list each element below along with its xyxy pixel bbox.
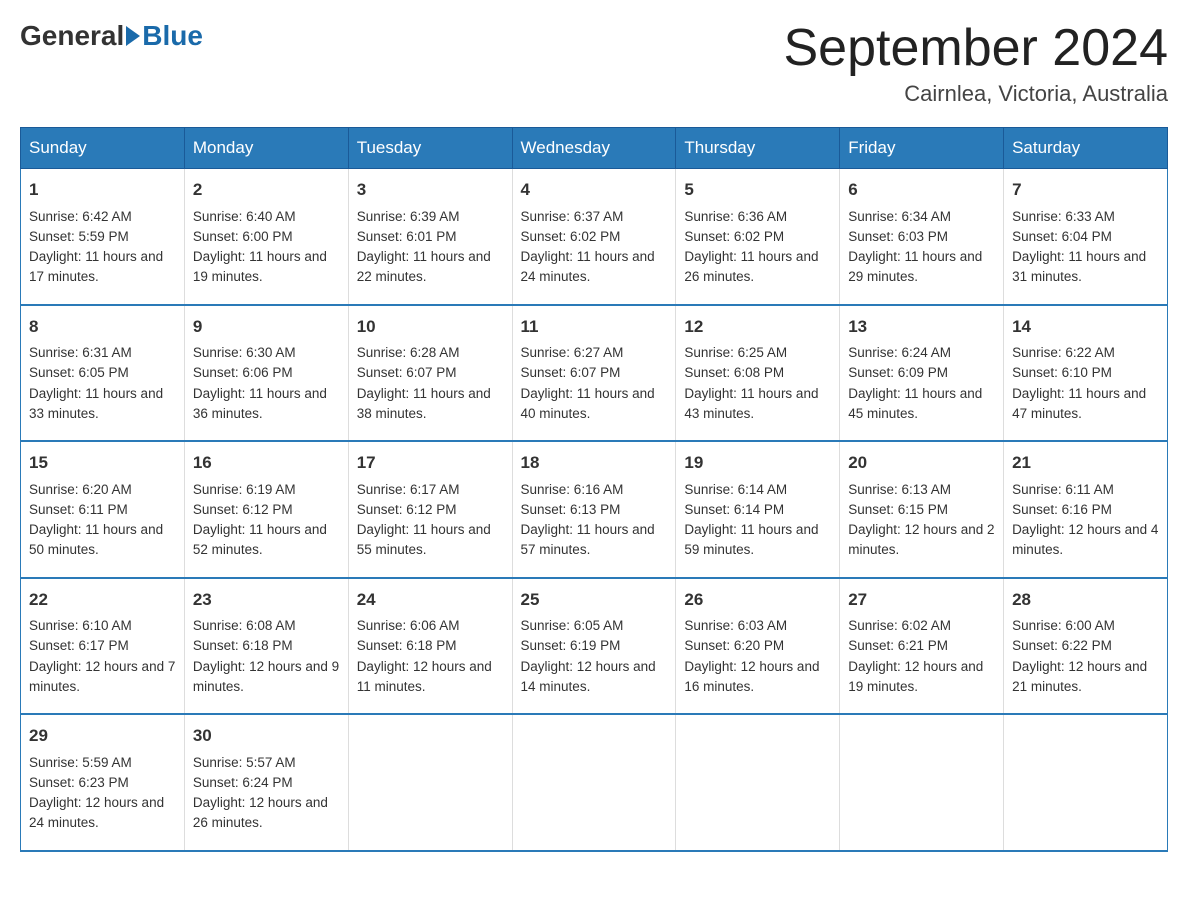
calendar-cell: 15Sunrise: 6:20 AMSunset: 6:11 PMDayligh… xyxy=(21,441,185,578)
calendar-cell: 29Sunrise: 5:59 AMSunset: 6:23 PMDayligh… xyxy=(21,714,185,851)
day-number: 10 xyxy=(357,314,504,340)
day-number: 4 xyxy=(521,177,668,203)
day-number: 15 xyxy=(29,450,176,476)
calendar-row: 15Sunrise: 6:20 AMSunset: 6:11 PMDayligh… xyxy=(21,441,1168,578)
calendar-cell: 1Sunrise: 6:42 AMSunset: 5:59 PMDaylight… xyxy=(21,169,185,305)
logo-blue-text: Blue xyxy=(142,20,203,52)
day-number: 13 xyxy=(848,314,995,340)
calendar-cell: 7Sunrise: 6:33 AMSunset: 6:04 PMDaylight… xyxy=(1004,169,1168,305)
day-number: 25 xyxy=(521,587,668,613)
calendar-cell: 16Sunrise: 6:19 AMSunset: 6:12 PMDayligh… xyxy=(184,441,348,578)
calendar-cell: 25Sunrise: 6:05 AMSunset: 6:19 PMDayligh… xyxy=(512,578,676,715)
calendar-cell: 9Sunrise: 6:30 AMSunset: 6:06 PMDaylight… xyxy=(184,305,348,442)
col-monday: Monday xyxy=(184,128,348,169)
calendar-cell: 12Sunrise: 6:25 AMSunset: 6:08 PMDayligh… xyxy=(676,305,840,442)
day-number: 5 xyxy=(684,177,831,203)
day-number: 29 xyxy=(29,723,176,749)
day-number: 26 xyxy=(684,587,831,613)
logo-general-text: General xyxy=(20,20,124,52)
day-number: 3 xyxy=(357,177,504,203)
calendar-cell xyxy=(840,714,1004,851)
title-area: September 2024 Cairnlea, Victoria, Austr… xyxy=(784,20,1169,107)
calendar-cell: 22Sunrise: 6:10 AMSunset: 6:17 PMDayligh… xyxy=(21,578,185,715)
day-number: 9 xyxy=(193,314,340,340)
calendar-row: 29Sunrise: 5:59 AMSunset: 6:23 PMDayligh… xyxy=(21,714,1168,851)
logo-blue-part: Blue xyxy=(124,20,203,52)
calendar-cell: 6Sunrise: 6:34 AMSunset: 6:03 PMDaylight… xyxy=(840,169,1004,305)
calendar-row: 1Sunrise: 6:42 AMSunset: 5:59 PMDaylight… xyxy=(21,169,1168,305)
calendar-table: Sunday Monday Tuesday Wednesday Thursday… xyxy=(20,127,1168,852)
day-number: 27 xyxy=(848,587,995,613)
calendar-cell xyxy=(512,714,676,851)
calendar-cell: 14Sunrise: 6:22 AMSunset: 6:10 PMDayligh… xyxy=(1004,305,1168,442)
day-number: 1 xyxy=(29,177,176,203)
day-number: 19 xyxy=(684,450,831,476)
day-number: 14 xyxy=(1012,314,1159,340)
calendar-cell: 27Sunrise: 6:02 AMSunset: 6:21 PMDayligh… xyxy=(840,578,1004,715)
logo: General Blue xyxy=(20,20,203,52)
calendar-cell xyxy=(1004,714,1168,851)
day-number: 16 xyxy=(193,450,340,476)
col-tuesday: Tuesday xyxy=(348,128,512,169)
day-number: 8 xyxy=(29,314,176,340)
month-title: September 2024 xyxy=(784,20,1169,77)
calendar-cell: 8Sunrise: 6:31 AMSunset: 6:05 PMDaylight… xyxy=(21,305,185,442)
day-number: 7 xyxy=(1012,177,1159,203)
day-number: 11 xyxy=(521,314,668,340)
day-number: 12 xyxy=(684,314,831,340)
calendar-cell: 19Sunrise: 6:14 AMSunset: 6:14 PMDayligh… xyxy=(676,441,840,578)
location-text: Cairnlea, Victoria, Australia xyxy=(784,81,1169,107)
calendar-cell: 20Sunrise: 6:13 AMSunset: 6:15 PMDayligh… xyxy=(840,441,1004,578)
calendar-row: 22Sunrise: 6:10 AMSunset: 6:17 PMDayligh… xyxy=(21,578,1168,715)
col-wednesday: Wednesday xyxy=(512,128,676,169)
day-number: 22 xyxy=(29,587,176,613)
calendar-cell: 28Sunrise: 6:00 AMSunset: 6:22 PMDayligh… xyxy=(1004,578,1168,715)
header: General Blue September 2024 Cairnlea, Vi… xyxy=(20,20,1168,107)
calendar-cell: 30Sunrise: 5:57 AMSunset: 6:24 PMDayligh… xyxy=(184,714,348,851)
col-saturday: Saturday xyxy=(1004,128,1168,169)
day-number: 21 xyxy=(1012,450,1159,476)
calendar-cell: 10Sunrise: 6:28 AMSunset: 6:07 PMDayligh… xyxy=(348,305,512,442)
calendar-cell xyxy=(348,714,512,851)
calendar-cell: 21Sunrise: 6:11 AMSunset: 6:16 PMDayligh… xyxy=(1004,441,1168,578)
day-number: 28 xyxy=(1012,587,1159,613)
calendar-cell: 11Sunrise: 6:27 AMSunset: 6:07 PMDayligh… xyxy=(512,305,676,442)
calendar-cell: 3Sunrise: 6:39 AMSunset: 6:01 PMDaylight… xyxy=(348,169,512,305)
day-number: 2 xyxy=(193,177,340,203)
calendar-cell: 2Sunrise: 6:40 AMSunset: 6:00 PMDaylight… xyxy=(184,169,348,305)
col-sunday: Sunday xyxy=(21,128,185,169)
calendar-cell: 13Sunrise: 6:24 AMSunset: 6:09 PMDayligh… xyxy=(840,305,1004,442)
day-number: 18 xyxy=(521,450,668,476)
calendar-cell: 23Sunrise: 6:08 AMSunset: 6:18 PMDayligh… xyxy=(184,578,348,715)
calendar-cell: 4Sunrise: 6:37 AMSunset: 6:02 PMDaylight… xyxy=(512,169,676,305)
calendar-cell: 26Sunrise: 6:03 AMSunset: 6:20 PMDayligh… xyxy=(676,578,840,715)
day-number: 20 xyxy=(848,450,995,476)
day-number: 23 xyxy=(193,587,340,613)
calendar-cell: 18Sunrise: 6:16 AMSunset: 6:13 PMDayligh… xyxy=(512,441,676,578)
day-number: 6 xyxy=(848,177,995,203)
col-thursday: Thursday xyxy=(676,128,840,169)
logo-arrow-icon xyxy=(126,26,140,46)
day-number: 24 xyxy=(357,587,504,613)
calendar-cell: 17Sunrise: 6:17 AMSunset: 6:12 PMDayligh… xyxy=(348,441,512,578)
day-number: 30 xyxy=(193,723,340,749)
calendar-row: 8Sunrise: 6:31 AMSunset: 6:05 PMDaylight… xyxy=(21,305,1168,442)
header-row: Sunday Monday Tuesday Wednesday Thursday… xyxy=(21,128,1168,169)
calendar-cell: 5Sunrise: 6:36 AMSunset: 6:02 PMDaylight… xyxy=(676,169,840,305)
calendar-cell xyxy=(676,714,840,851)
day-number: 17 xyxy=(357,450,504,476)
col-friday: Friday xyxy=(840,128,1004,169)
calendar-cell: 24Sunrise: 6:06 AMSunset: 6:18 PMDayligh… xyxy=(348,578,512,715)
